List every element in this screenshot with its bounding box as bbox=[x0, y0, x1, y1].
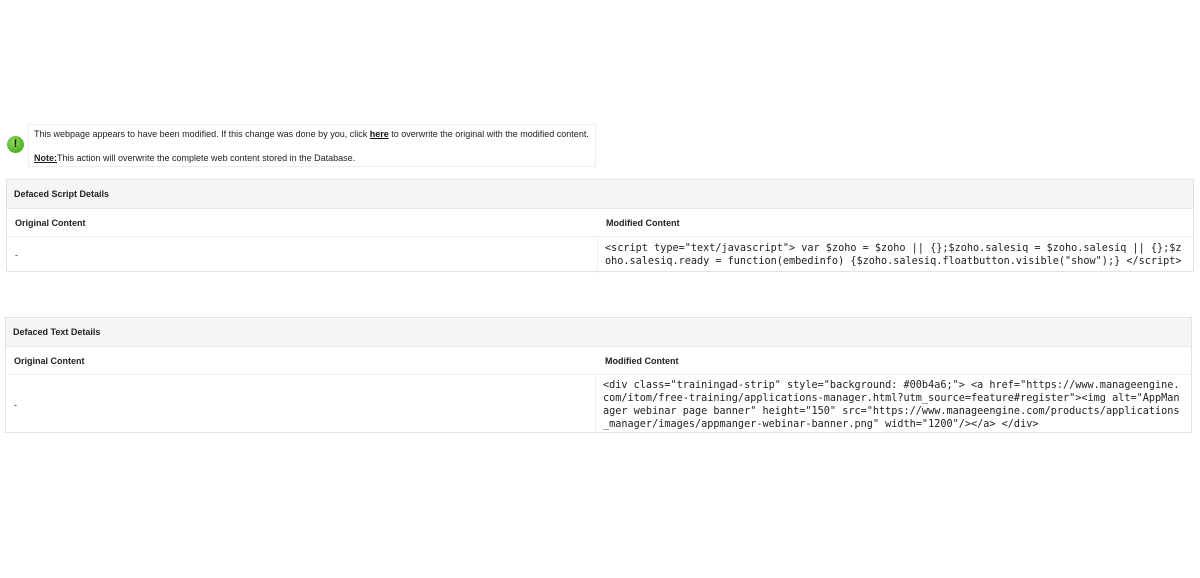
table-header: Original Content Modified Content bbox=[6, 347, 1191, 375]
modification-notice: This webpage appears to have been modifi… bbox=[28, 124, 596, 167]
col-original: Original Content bbox=[6, 347, 598, 374]
modified-content: <script type="text/javascript"> var $zoh… bbox=[605, 242, 1185, 268]
panel-title: Defaced Text Details bbox=[6, 318, 1191, 347]
table-row: - <script type="text/javascript"> var $z… bbox=[7, 237, 1193, 273]
note-text: This action will overwrite the complete … bbox=[57, 153, 355, 163]
col-original: Original Content bbox=[7, 209, 599, 236]
note-label: Note: bbox=[34, 153, 57, 163]
modified-content: <div class="trainingad-strip" style="bac… bbox=[603, 379, 1183, 431]
notice-text-before: This webpage appears to have been modifi… bbox=[34, 129, 370, 139]
notice-text: This webpage appears to have been modifi… bbox=[34, 129, 589, 139]
modified-cell: <div class="trainingad-strip" style="bac… bbox=[595, 375, 1191, 434]
original-content: - bbox=[6, 375, 595, 434]
exclamation-icon: ! bbox=[7, 136, 24, 153]
overwrite-link[interactable]: here bbox=[370, 129, 389, 139]
defaced-script-panel: Defaced Script Details Original Content … bbox=[6, 179, 1194, 272]
table-header: Original Content Modified Content bbox=[7, 209, 1193, 237]
modified-cell: <script type="text/javascript"> var $zoh… bbox=[597, 237, 1193, 273]
table-row: - <div class="trainingad-strip" style="b… bbox=[6, 375, 1191, 434]
defaced-text-panel: Defaced Text Details Original Content Mo… bbox=[5, 317, 1192, 433]
notice-text-after: to overwrite the original with the modif… bbox=[389, 129, 589, 139]
panel-title: Defaced Script Details bbox=[7, 180, 1193, 209]
col-modified: Modified Content bbox=[599, 209, 1193, 236]
notice-note: Note:This action will overwrite the comp… bbox=[34, 153, 355, 163]
col-modified: Modified Content bbox=[598, 347, 1191, 374]
original-content: - bbox=[7, 237, 597, 273]
